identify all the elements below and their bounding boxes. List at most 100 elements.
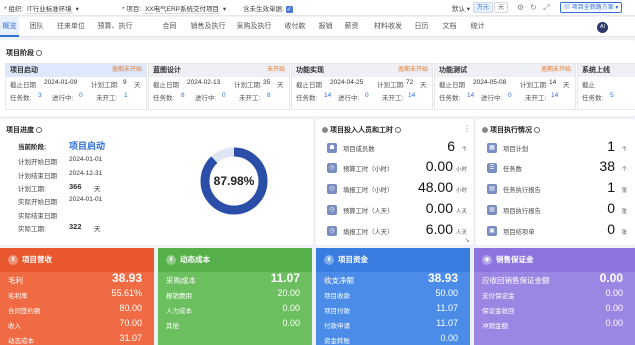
bond-row: 应收回销售保证金额 0.00	[474, 271, 635, 287]
settings-icon[interactable]: ⚙	[516, 3, 525, 12]
revenue-row: 收入 70.00	[0, 317, 154, 332]
actual-start-value: 2024-01-01	[69, 196, 103, 203]
manpower-row: ◷ 预算工时（小时） 0.00 小时	[327, 158, 467, 178]
stage-name: 蓝图设计	[153, 67, 181, 74]
cost-icon: ¥	[166, 255, 176, 266]
funds-panel: ¥ 项目资金 收支净额 38.93 项目收款 50.00 项目付款 11.07 付款申请…	[316, 248, 470, 345]
revenue-row: 毛利率 55.61%	[0, 287, 154, 302]
cost-panel: ¥ 动态成本 采购成本 11.07 报销费用 20.00 人力成本 0.00 其他 0.0…	[158, 248, 312, 345]
tab-stats[interactable]: 统计	[468, 17, 487, 37]
execution-row[interactable]: ▣ 项目结项单 0 张	[487, 221, 627, 241]
cost-row: 报销费用 20.00	[158, 287, 312, 302]
tab-materials[interactable]: 材料收发	[372, 17, 404, 37]
tab-purchase[interactable]: 采购及执行	[235, 17, 273, 37]
duration-unit: 天	[420, 82, 427, 89]
row-label: 项目付款	[324, 308, 350, 315]
tab-salary[interactable]: 薪资	[342, 17, 361, 37]
stage-card[interactable]: 功能测试 逾期未开始 截止日期 2024-05-08 计划工期: 14 天 任务数: 14 进…	[434, 63, 576, 110]
bond-row: 支付保证金 0.00	[474, 287, 635, 302]
default-select[interactable]: 默认 ▾	[452, 3, 470, 13]
revenue-panel: ¥ 项目营收 毛利 38.93 毛利率 55.61% 合同签约额 80.00 收入 70.…	[0, 248, 154, 345]
row-label: 应收回销售保证金额	[482, 276, 550, 285]
current-stage-label: 当前阶段:	[18, 144, 47, 151]
tab-contract[interactable]: 合同	[160, 17, 179, 37]
plan-duration-value: 366	[69, 182, 82, 191]
execution-row[interactable]: ☰ 任务数 38 个	[487, 158, 627, 178]
report-icon: ▤	[487, 184, 497, 194]
project-select[interactable]: XX电气ERP系统交付项目	[142, 3, 222, 14]
stage-card[interactable]: 蓝图设计 未开始 截止日期 2024-02-13 计划工期: 35 天 任务数: 8 进行中:…	[148, 63, 290, 110]
include-unapproved-checkbox[interactable]: ✓	[285, 5, 293, 13]
execution-row[interactable]: ▤ 项目执行报告 0 张	[487, 200, 627, 220]
row-label: 合同签约额	[8, 308, 41, 315]
info-icon[interactable]	[36, 50, 42, 57]
more-icon[interactable]: ⋮	[463, 124, 471, 133]
project-field[interactable]: * 项目: XX电气ERP系统交付项目 ▾	[122, 3, 226, 14]
not-started-label: 未开工:	[239, 95, 261, 102]
deadline-label: 截止日期	[153, 82, 179, 89]
org-select[interactable]: IT行业标准环境	[24, 3, 74, 14]
tab-payments[interactable]: 收付款	[282, 17, 308, 37]
progress-title-text: 项目进度	[6, 127, 34, 134]
row-value: 6	[447, 138, 455, 154]
info-icon[interactable]	[36, 127, 42, 134]
resize-handle-icon[interactable]: ↘	[464, 236, 470, 244]
avatar[interactable]: AI	[597, 22, 608, 33]
unit-yuan-toggle[interactable]: 元	[494, 2, 509, 13]
refresh-icon[interactable]: ↻	[529, 3, 538, 12]
funds-row: 项目收款 50.00	[316, 287, 470, 302]
chevron-down-icon: ▾	[75, 6, 79, 13]
tab-partners[interactable]: 往来单位	[55, 17, 87, 37]
row-label: 保证金收回	[482, 308, 515, 315]
row-label: 收入	[8, 323, 21, 330]
tab-expense[interactable]: 报销	[316, 17, 335, 37]
include-unapproved-label: 含未生效单据:	[243, 6, 284, 13]
execution-row[interactable]: ▤ 任务执行报告 1 张	[487, 179, 627, 199]
stage-card[interactable]: 项目启动 逾期未开始 截止日期 2024-01-09 计划工期: 9 天 任务数: 3 进行中…	[5, 63, 147, 110]
row-label: 其他	[166, 323, 179, 330]
deadline-value: 2024-02-13	[187, 79, 221, 86]
cost-row: 人力成本 0.00	[158, 302, 312, 317]
actual-duration-value: 322	[69, 222, 82, 231]
expand-icon[interactable]: ⤢	[542, 3, 551, 12]
cost-row: 采购成本 11.07	[158, 271, 312, 287]
scheme-select[interactable]: ▤ 项目全貌路方案 ▾	[560, 2, 623, 13]
row-value: 31.07	[119, 333, 142, 343]
row-label: 预算工时（小时）	[343, 166, 394, 173]
stage-card[interactable]: 系统上线 截止 任务数: 5	[577, 63, 635, 110]
stage-card[interactable]: 功能实现 逾期未开始 截止日期 2024-04-25 计划工期: 72 天 任务数: 14 进…	[291, 63, 433, 110]
row-unit: 个	[621, 167, 627, 173]
revenue-header: ¥ 项目营收	[0, 248, 154, 272]
not-started-label: 未开工:	[96, 95, 118, 102]
task-count-label: 任务数:	[153, 95, 175, 102]
info-icon[interactable]	[534, 127, 540, 134]
project-label: * 项目:	[122, 6, 142, 13]
stage-name: 功能实现	[296, 67, 324, 74]
unit-wan-toggle[interactable]: 万元	[473, 2, 494, 13]
include-unapproved-field[interactable]: 含未生效单据: ✓	[243, 3, 293, 13]
tab-docs[interactable]: 文档	[440, 17, 459, 37]
wallet-icon: ¥	[324, 255, 334, 266]
shield-icon: ◆	[482, 255, 492, 266]
tab-sales[interactable]: 销售及执行	[189, 17, 227, 37]
stages-title: 项目阶段	[6, 48, 42, 58]
tab-calendar[interactable]: 日历	[412, 17, 431, 37]
cost-title: 动态成本	[180, 255, 210, 264]
clock-icon: ◷	[327, 184, 337, 194]
scheme-label: 项目全貌路方案	[571, 5, 614, 11]
row-unit: 个	[621, 147, 627, 153]
tab-budget[interactable]: 预算、执行	[94, 17, 136, 37]
row-label: 项目收款	[324, 293, 350, 300]
deadline-value: 2024-01-09	[44, 79, 78, 86]
row-label: 项目成员数	[343, 146, 375, 153]
org-field[interactable]: * 组织: IT行业标准环境 ▾	[4, 3, 79, 14]
execution-row[interactable]: ▦ 项目计划 1 个	[487, 138, 627, 158]
tab-team[interactable]: 团队	[27, 17, 46, 37]
progress-title: 项目进度	[6, 125, 42, 135]
tab-overview[interactable]: 概览	[0, 17, 19, 37]
row-label: 任务数	[503, 166, 522, 173]
row-value: 20.00	[277, 288, 300, 298]
manpower-row: ◷ 填报工时（人天） 6.00 人天	[327, 221, 467, 241]
info-icon[interactable]	[395, 127, 401, 134]
row-label: 报销费用	[166, 293, 192, 300]
